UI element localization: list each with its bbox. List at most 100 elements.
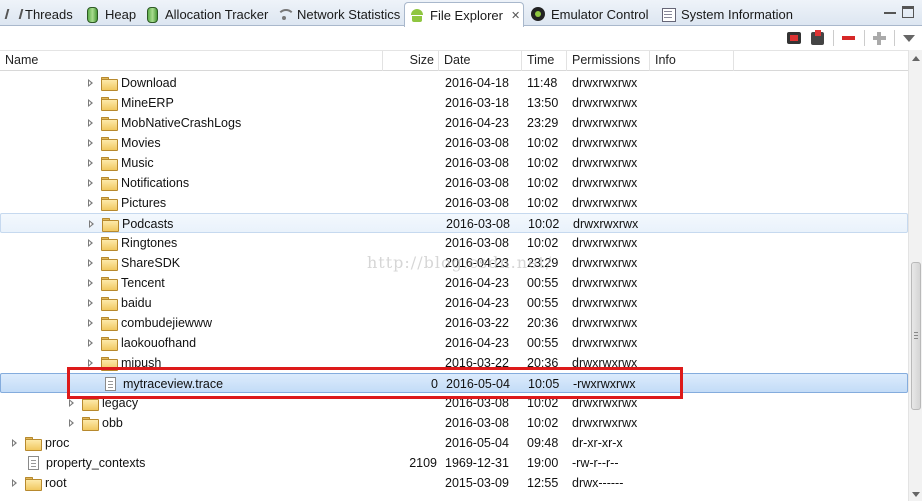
- row-name: baidu: [121, 296, 152, 310]
- folder-icon: [101, 97, 118, 111]
- expand-arrow-icon[interactable]: [12, 479, 17, 487]
- scroll-down-icon[interactable]: [912, 492, 920, 497]
- row-permissions: drwxrwxrwx: [572, 76, 638, 90]
- table-row[interactable]: property_contexts 2109 1969-12-31 19:00 -rw-…: [0, 453, 908, 473]
- row-permissions: drwxrwxrwx: [572, 236, 638, 250]
- expand-arrow-icon[interactable]: [69, 419, 74, 427]
- expand-arrow-icon[interactable]: [88, 119, 93, 127]
- push-file-icon[interactable]: [809, 29, 827, 47]
- column-header-date[interactable]: Date: [439, 51, 522, 71]
- row-permissions: drwxrwxrwx: [572, 136, 638, 150]
- table-row[interactable]: Music 2016-03-08 10:02 drwxrwxrwx: [0, 153, 908, 173]
- table-row[interactable]: obb 2016-03-08 10:02 drwxrwxrwx: [0, 413, 908, 433]
- table-row[interactable]: Podcasts 2016-03-08 10:02 drwxrwxrwx: [0, 213, 908, 233]
- vertical-scrollbar[interactable]: [908, 50, 922, 501]
- tab-threads[interactable]: Threads: [0, 2, 73, 26]
- tab-heap[interactable]: Heap: [80, 2, 136, 26]
- expand-arrow-icon[interactable]: [88, 359, 93, 367]
- expand-arrow-icon[interactable]: [89, 220, 94, 228]
- expand-arrow-icon[interactable]: [88, 259, 93, 267]
- toolbar-separator: [833, 30, 834, 46]
- table-row[interactable]: combudejiewww 2016-03-22 20:36 drwxrwxrwx: [0, 313, 908, 333]
- table-row[interactable]: Movies 2016-03-08 10:02 drwxrwxrwx: [0, 133, 908, 153]
- row-name: proc: [45, 436, 70, 450]
- table-row[interactable]: Tencent 2016-04-23 00:55 drwxrwxrwx: [0, 273, 908, 293]
- row-permissions: drwxrwxrwx: [572, 176, 638, 190]
- tab-network-statistics[interactable]: Network Statistics: [272, 2, 400, 26]
- view-tab-bar: Threads Heap Allocation Tracker Network …: [0, 0, 922, 27]
- allocation-tracker-icon: [144, 6, 160, 23]
- expand-arrow-icon[interactable]: [88, 199, 93, 207]
- row-time: 10:05: [528, 377, 560, 391]
- expand-arrow-icon[interactable]: [12, 439, 17, 447]
- row-date: 2016-05-04: [446, 377, 510, 391]
- table-row[interactable]: baidu 2016-04-23 00:55 drwxrwxrwx: [0, 293, 908, 313]
- column-header-info[interactable]: Info: [650, 51, 734, 71]
- tab-allocation-tracker[interactable]: Allocation Tracker: [140, 2, 268, 26]
- expand-arrow-icon[interactable]: [88, 79, 93, 87]
- table-row[interactable]: mipush 2016-03-22 20:36 drwxrwxrwx: [0, 353, 908, 373]
- row-date: 2016-03-08: [445, 396, 509, 410]
- row-size: [383, 473, 437, 493]
- view-menu-icon[interactable]: [900, 29, 918, 47]
- scrollbar-thumb[interactable]: [911, 262, 921, 410]
- delete-icon[interactable]: [840, 29, 858, 47]
- tab-emulator-control[interactable]: Emulator Control: [526, 2, 649, 26]
- expand-arrow-icon[interactable]: [88, 239, 93, 247]
- row-date: 2016-04-23: [445, 296, 509, 310]
- folder-icon: [101, 237, 118, 251]
- table-row[interactable]: Download 2016-04-18 11:48 drwxrwxrwx: [0, 73, 908, 93]
- close-tab-icon[interactable]: ✕: [511, 9, 520, 22]
- table-row[interactable]: Ringtones 2016-03-08 10:02 drwxrwxrwx: [0, 233, 908, 253]
- table-row[interactable]: MobNativeCrashLogs 2016-04-23 23:29 drwxrwx…: [0, 113, 908, 133]
- row-date: 1969-12-31: [445, 456, 509, 470]
- expand-arrow-icon[interactable]: [88, 139, 93, 147]
- table-row[interactable]: MineERP 2016-03-18 13:50 drwxrwxrwx: [0, 93, 908, 113]
- folder-icon: [82, 417, 99, 431]
- expand-arrow-icon[interactable]: [88, 179, 93, 187]
- folder-icon: [101, 137, 118, 151]
- column-header-size[interactable]: Size: [383, 51, 439, 71]
- new-folder-icon[interactable]: [871, 29, 889, 47]
- row-size: [383, 293, 437, 313]
- scroll-up-icon[interactable]: [912, 56, 920, 61]
- column-header-permissions[interactable]: Permissions: [567, 51, 650, 71]
- tab-file-explorer[interactable]: File Explorer ✕: [404, 2, 524, 27]
- column-header-time[interactable]: Time: [522, 51, 567, 71]
- table-row[interactable]: mytraceview.trace 0 2016-05-04 10:05 -rwxrwx…: [0, 373, 908, 393]
- expand-arrow-icon[interactable]: [69, 399, 74, 407]
- table-row[interactable]: legacy 2016-03-08 10:02 drwxrwxrwx: [0, 393, 908, 413]
- row-size: 0: [431, 377, 438, 391]
- row-size: [383, 353, 437, 373]
- pull-file-icon[interactable]: [786, 29, 804, 47]
- folder-icon: [102, 218, 119, 232]
- scrollbar-grip: [914, 332, 918, 333]
- row-time: 10:02: [527, 136, 559, 150]
- row-permissions: drwxrwxrwx: [572, 116, 638, 130]
- table-row[interactable]: laokouofhand 2016-04-23 00:55 drwxrwxrwx: [0, 333, 908, 353]
- row-name: Tencent: [121, 276, 165, 290]
- row-name: Podcasts: [122, 217, 174, 231]
- expand-arrow-icon[interactable]: [88, 339, 93, 347]
- row-name: Music: [121, 156, 154, 170]
- table-row[interactable]: proc 2016-05-04 09:48 dr-xr-xr-x: [0, 433, 908, 453]
- table-row[interactable]: Notifications 2016-03-08 10:02 drwxrwxrwx: [0, 173, 908, 193]
- column-header-name[interactable]: Name: [0, 51, 383, 71]
- maximize-icon[interactable]: [902, 6, 914, 18]
- expand-arrow-icon[interactable]: [88, 299, 93, 307]
- network-icon: [276, 6, 295, 22]
- expand-arrow-icon[interactable]: [88, 279, 93, 287]
- expand-arrow-icon[interactable]: [88, 99, 93, 107]
- expand-arrow-icon[interactable]: [88, 319, 93, 327]
- expand-arrow-icon[interactable]: [88, 159, 93, 167]
- table-row[interactable]: Pictures 2016-03-08 10:02 drwxrwxrwx: [0, 193, 908, 213]
- row-size: [383, 393, 437, 413]
- file-tree-table: Download 2016-04-18 11:48 drwxrwxrwx MineERP…: [0, 72, 910, 501]
- row-permissions: -rw-r--r--: [572, 456, 619, 470]
- minimize-icon[interactable]: [884, 6, 896, 14]
- row-time: 19:00: [527, 456, 559, 470]
- tab-system-information[interactable]: System Information: [656, 2, 793, 26]
- tab-emulator-control-label: Emulator Control: [551, 6, 649, 22]
- table-row[interactable]: root 2015-03-09 12:55 drwx------: [0, 473, 908, 493]
- tab-network-statistics-label: Network Statistics: [297, 6, 401, 22]
